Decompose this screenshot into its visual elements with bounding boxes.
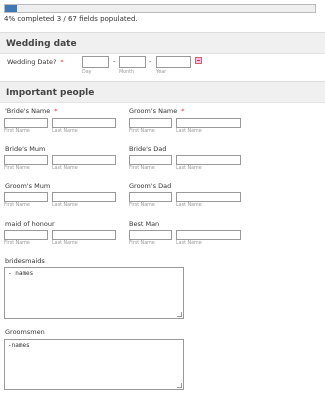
day-sublabel: Day (82, 70, 92, 75)
groomsmen-label: Groomsmen (5, 328, 45, 336)
brides-mum-first-name-input[interactable] (4, 155, 48, 165)
first-name-sublabel: First Name (4, 241, 30, 246)
maid-of-honour-last-name-input[interactable] (52, 230, 116, 240)
last-name-sublabel: Last Name (176, 129, 202, 134)
bridesmaids-textarea[interactable]: - names (4, 267, 184, 319)
resize-handle-icon[interactable] (177, 312, 182, 317)
section-wedding-date: Wedding date (0, 32, 325, 54)
progress-text: 4% completed 3 / 67 fields populated. (4, 15, 138, 23)
wedding-date-label: Wedding Date? * (7, 58, 64, 66)
month-sublabel: Month (119, 70, 135, 75)
resize-handle-icon[interactable] (177, 383, 182, 388)
bridesmaids-label: bridesmaids (5, 257, 45, 265)
last-name-sublabel: Last Name (52, 166, 78, 171)
progress-fill (5, 5, 18, 12)
maid-of-honour-label: maid of honour (5, 220, 55, 228)
first-name-sublabel: First Name (129, 129, 155, 134)
grooms-mum-first-name-input[interactable] (4, 192, 48, 202)
year-input[interactable] (156, 56, 191, 68)
last-name-sublabel: Last Name (52, 203, 78, 208)
first-name-sublabel: First Name (4, 129, 30, 134)
first-name-sublabel: First Name (4, 203, 30, 208)
last-name-sublabel: Last Name (176, 241, 202, 246)
month-input[interactable] (119, 56, 146, 68)
first-name-sublabel: First Name (129, 241, 155, 246)
grooms-mum-last-name-input[interactable] (52, 192, 116, 202)
year-sublabel: Year (156, 70, 167, 75)
last-name-sublabel: Last Name (52, 129, 78, 134)
section-important-people: Important people (0, 81, 325, 103)
date-separator: - (113, 58, 116, 66)
best-man-first-name-input[interactable] (129, 230, 172, 240)
best-man-last-name-input[interactable] (176, 230, 241, 240)
day-input[interactable] (82, 56, 109, 68)
brides-dad-label: Bride's Dad (129, 145, 167, 153)
last-name-sublabel: Last Name (176, 203, 202, 208)
date-separator: - (149, 58, 152, 66)
maid-of-honour-first-name-input[interactable] (4, 230, 48, 240)
bridesmaids-value: - names (8, 270, 34, 277)
required-marker: * (54, 107, 58, 115)
last-name-sublabel: Last Name (52, 241, 78, 246)
grooms-last-name-input[interactable] (176, 118, 241, 128)
grooms-first-name-input[interactable] (129, 118, 172, 128)
grooms-name-label: Groom's Name * (129, 107, 185, 115)
required-marker: * (181, 107, 185, 115)
brides-mum-last-name-input[interactable] (52, 155, 116, 165)
brides-dad-first-name-input[interactable] (129, 155, 172, 165)
last-name-sublabel: Last Name (176, 166, 202, 171)
brides-first-name-input[interactable] (4, 118, 48, 128)
groomsmen-value: -names (8, 342, 30, 349)
first-name-sublabel: First Name (4, 166, 30, 171)
groomsmen-textarea[interactable]: -names (4, 339, 184, 390)
section-title-important-people: Important people (6, 88, 95, 98)
required-marker: * (60, 58, 64, 66)
best-man-label: Best Man (129, 220, 160, 228)
brides-mum-label: Bride's Mum (5, 145, 46, 153)
grooms-dad-first-name-input[interactable] (129, 192, 172, 202)
brides-name-label-text: 'Bride's Name (5, 107, 51, 115)
progress-bar (4, 4, 316, 13)
grooms-name-label-text: Groom's Name (129, 107, 178, 115)
brides-dad-last-name-input[interactable] (176, 155, 241, 165)
first-name-sublabel: First Name (129, 166, 155, 171)
grooms-dad-last-name-input[interactable] (176, 192, 241, 202)
first-name-sublabel: First Name (129, 203, 155, 208)
wedding-date-label-text: Wedding Date? (7, 58, 57, 66)
grooms-mum-label: Groom's Mum (5, 182, 51, 190)
brides-last-name-input[interactable] (52, 118, 116, 128)
calendar-icon[interactable] (195, 57, 202, 64)
section-title-wedding-date: Wedding date (6, 39, 77, 49)
grooms-dad-label: Groom's Dad (129, 182, 172, 190)
brides-name-label: 'Bride's Name * (5, 107, 58, 115)
